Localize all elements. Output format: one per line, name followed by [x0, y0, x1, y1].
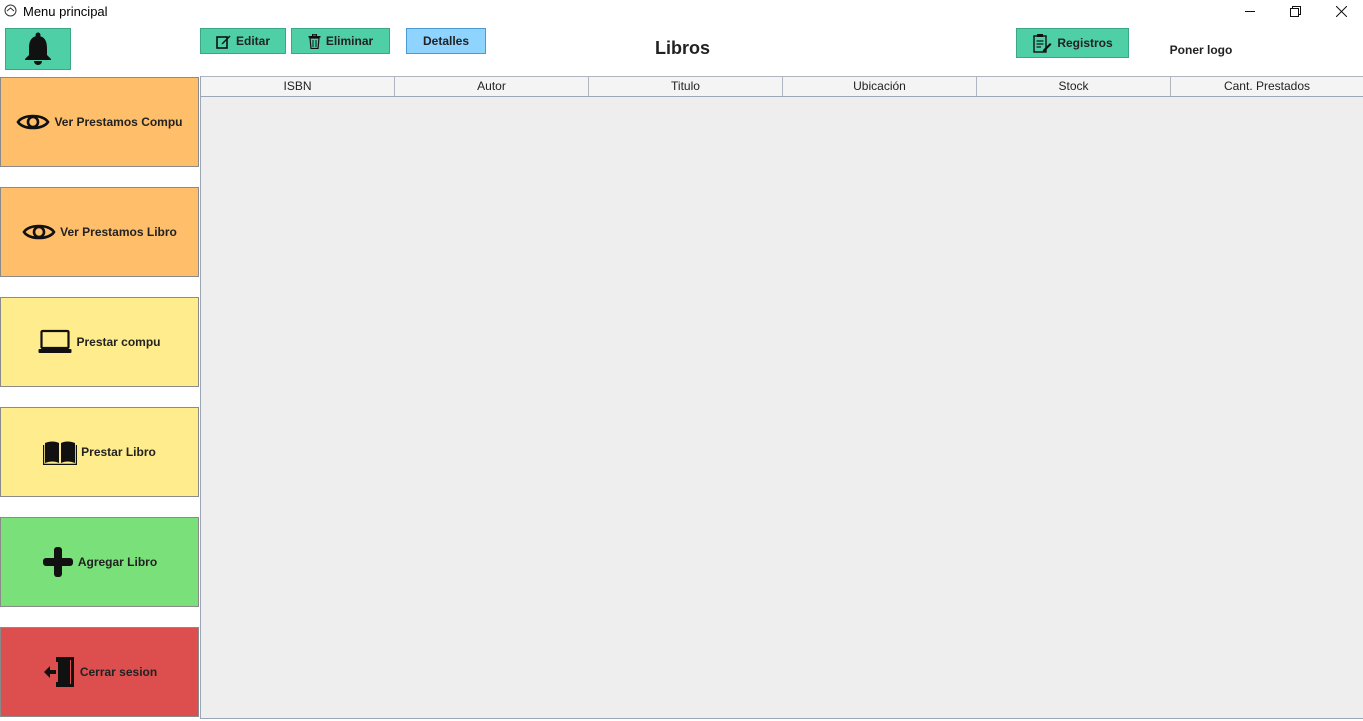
- close-window-button[interactable]: [1318, 0, 1363, 22]
- plus-icon: [42, 547, 73, 577]
- sidebar-item-label: Agregar Libro: [77, 555, 158, 569]
- delete-button[interactable]: Eliminar: [291, 28, 390, 54]
- sidebar-item-label: Cerrar sesion: [79, 665, 158, 679]
- column-header-ubicacion[interactable]: Ubicación: [783, 76, 977, 96]
- sidebar-item-ver-prestamos-libro[interactable]: Ver Prestamos Libro: [0, 187, 199, 277]
- books-table[interactable]: ISBN Autor Titulo Ubicación Stock Cant. …: [200, 76, 1363, 719]
- window-title: Menu principal: [23, 4, 108, 19]
- trash-icon: [308, 33, 321, 49]
- sidebar-item-label: Prestar compu: [76, 335, 161, 349]
- table-header: ISBN Autor Titulo Ubicación Stock Cant. …: [201, 76, 1363, 97]
- sidebar-item-label: Ver Prestamos Libro: [60, 225, 177, 239]
- column-header-isbn[interactable]: ISBN: [201, 76, 395, 96]
- window-titlebar: Menu principal: [0, 0, 1363, 22]
- sidebar-item-prestar-libro[interactable]: Prestar Libro: [0, 407, 199, 497]
- sidebar-item-prestar-compu[interactable]: Prestar compu: [0, 297, 199, 387]
- delete-button-label: Eliminar: [325, 34, 374, 48]
- bell-icon: [25, 32, 51, 65]
- column-header-cant-prestados[interactable]: Cant. Prestados: [1171, 76, 1363, 96]
- close-icon: [1335, 5, 1347, 17]
- clipboard-icon: [1033, 34, 1052, 53]
- edit-icon: [216, 35, 231, 49]
- app-icon: [4, 4, 17, 17]
- notifications-button[interactable]: [5, 28, 71, 70]
- logo-placeholder: Poner logo: [1169, 43, 1233, 57]
- sidebar-item-agregar-libro[interactable]: Agregar Libro: [0, 517, 199, 607]
- edit-button[interactable]: Editar: [200, 28, 286, 54]
- column-header-titulo[interactable]: Titulo: [589, 76, 783, 96]
- restore-icon: [1289, 5, 1301, 17]
- details-button[interactable]: Detalles: [406, 28, 486, 54]
- sidebar-item-cerrar-sesion[interactable]: Cerrar sesion: [0, 627, 199, 717]
- edit-button-label: Editar: [235, 34, 270, 48]
- sidebar-item-ver-prestamos-compu[interactable]: Ver Prestamos Compu: [0, 77, 199, 167]
- eye-icon: [16, 114, 51, 130]
- minimize-button[interactable]: [1227, 0, 1273, 22]
- column-header-autor[interactable]: Autor: [395, 76, 589, 96]
- laptop-icon: [38, 329, 72, 353]
- eye-icon: [22, 224, 56, 240]
- sidebar-item-label: Ver Prestamos Compu: [54, 115, 183, 129]
- logout-icon: [43, 657, 74, 687]
- details-button-label: Detalles: [422, 34, 470, 48]
- page-title: Libros: [654, 38, 710, 58]
- minimize-icon: [1244, 10, 1255, 12]
- book-icon: [43, 441, 78, 465]
- records-button[interactable]: Registros: [1016, 28, 1129, 58]
- column-header-stock[interactable]: Stock: [977, 76, 1171, 96]
- sidebar-item-label: Prestar Libro: [81, 445, 156, 459]
- maximize-button[interactable]: [1272, 0, 1318, 22]
- records-button-label: Registros: [1057, 36, 1113, 50]
